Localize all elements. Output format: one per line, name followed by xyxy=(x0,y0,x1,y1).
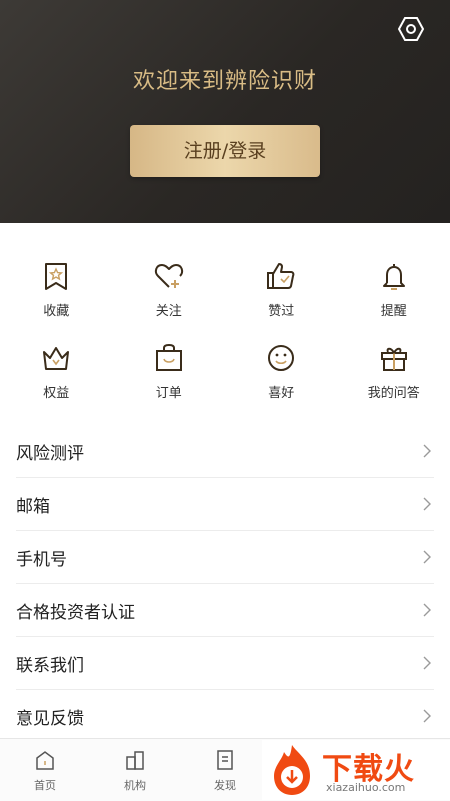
tab-home[interactable]: 首页 xyxy=(0,739,90,801)
chevron-right-icon xyxy=(422,443,432,459)
grid-label: 喜好 xyxy=(268,382,294,401)
watermark-logo: 下载火 xiazaihuo.com xyxy=(262,740,450,800)
flame-logo-icon xyxy=(264,742,320,798)
welcome-title: 欢迎来到辨险识财 xyxy=(0,63,450,95)
grid-item-liked[interactable]: 赞过 xyxy=(225,260,338,342)
menu-item-label: 风险测评 xyxy=(16,439,84,464)
discover-icon xyxy=(214,749,236,771)
chevron-right-icon xyxy=(422,602,432,618)
menu-item-label: 意见反馈 xyxy=(16,704,84,729)
grid-item-preferences[interactable]: 喜好 xyxy=(225,342,338,424)
menu-item-phone[interactable]: 手机号 xyxy=(16,531,434,584)
settings-icon[interactable] xyxy=(398,16,424,42)
menu-item-label: 手机号 xyxy=(16,545,67,570)
bag-icon xyxy=(153,342,185,374)
menu-item-qualified-investor[interactable]: 合格投资者认证 xyxy=(16,584,434,637)
chevron-right-icon xyxy=(422,496,432,512)
profile-header: 欢迎来到辨险识财 注册/登录 xyxy=(0,0,450,223)
menu-item-label: 邮箱 xyxy=(16,492,50,517)
building-icon xyxy=(124,749,146,771)
grid-item-benefits[interactable]: 权益 xyxy=(0,342,113,424)
login-register-button[interactable]: 注册/登录 xyxy=(130,125,320,177)
gift-icon xyxy=(378,342,410,374)
menu-item-contact-us[interactable]: 联系我们 xyxy=(16,637,434,690)
tab-label: 发现 xyxy=(214,777,236,793)
grid-label: 我的问答 xyxy=(368,382,420,401)
smile-icon xyxy=(265,342,297,374)
tab-institutions[interactable]: 机构 xyxy=(90,739,180,801)
menu-item-label: 合格投资者认证 xyxy=(16,598,135,623)
home-icon xyxy=(34,749,56,771)
grid-item-follow[interactable]: 关注 xyxy=(113,260,226,342)
grid-label: 关注 xyxy=(156,300,182,319)
grid-item-my-qa[interactable]: 我的问答 xyxy=(338,342,450,424)
thumbs-up-icon xyxy=(265,260,297,292)
crown-icon xyxy=(40,342,72,374)
bookmark-icon xyxy=(40,260,72,292)
tab-label: 机构 xyxy=(124,777,146,793)
grid-label: 赞过 xyxy=(268,300,294,319)
tab-discover[interactable]: 发现 xyxy=(180,739,270,801)
menu-item-feedback[interactable]: 意见反馈 xyxy=(16,690,434,742)
bell-icon xyxy=(378,260,410,292)
grid-label: 收藏 xyxy=(43,300,69,319)
chevron-right-icon xyxy=(422,549,432,565)
chevron-right-icon xyxy=(422,655,432,671)
menu-item-risk-assessment[interactable]: 风险测评 xyxy=(16,425,434,478)
grid-item-favorites[interactable]: 收藏 xyxy=(0,260,113,342)
grid-item-orders[interactable]: 订单 xyxy=(113,342,226,424)
tab-label: 首页 xyxy=(34,777,56,793)
grid-item-reminder[interactable]: 提醒 xyxy=(338,260,450,342)
menu-item-label: 联系我们 xyxy=(16,651,84,676)
grid-label: 提醒 xyxy=(381,300,407,319)
settings-menu-list: 风险测评 邮箱 手机号 合格投资者认证 联系我们 意见反馈 xyxy=(16,425,434,742)
quick-actions-grid: 收藏 关注 赞过 提醒 xyxy=(0,260,450,424)
heart-plus-icon xyxy=(153,260,185,292)
grid-label: 订单 xyxy=(156,382,182,401)
chevron-right-icon xyxy=(422,708,432,724)
menu-item-email[interactable]: 邮箱 xyxy=(16,478,434,531)
grid-label: 权益 xyxy=(43,382,69,401)
watermark-url: xiazaihuo.com xyxy=(326,781,405,794)
